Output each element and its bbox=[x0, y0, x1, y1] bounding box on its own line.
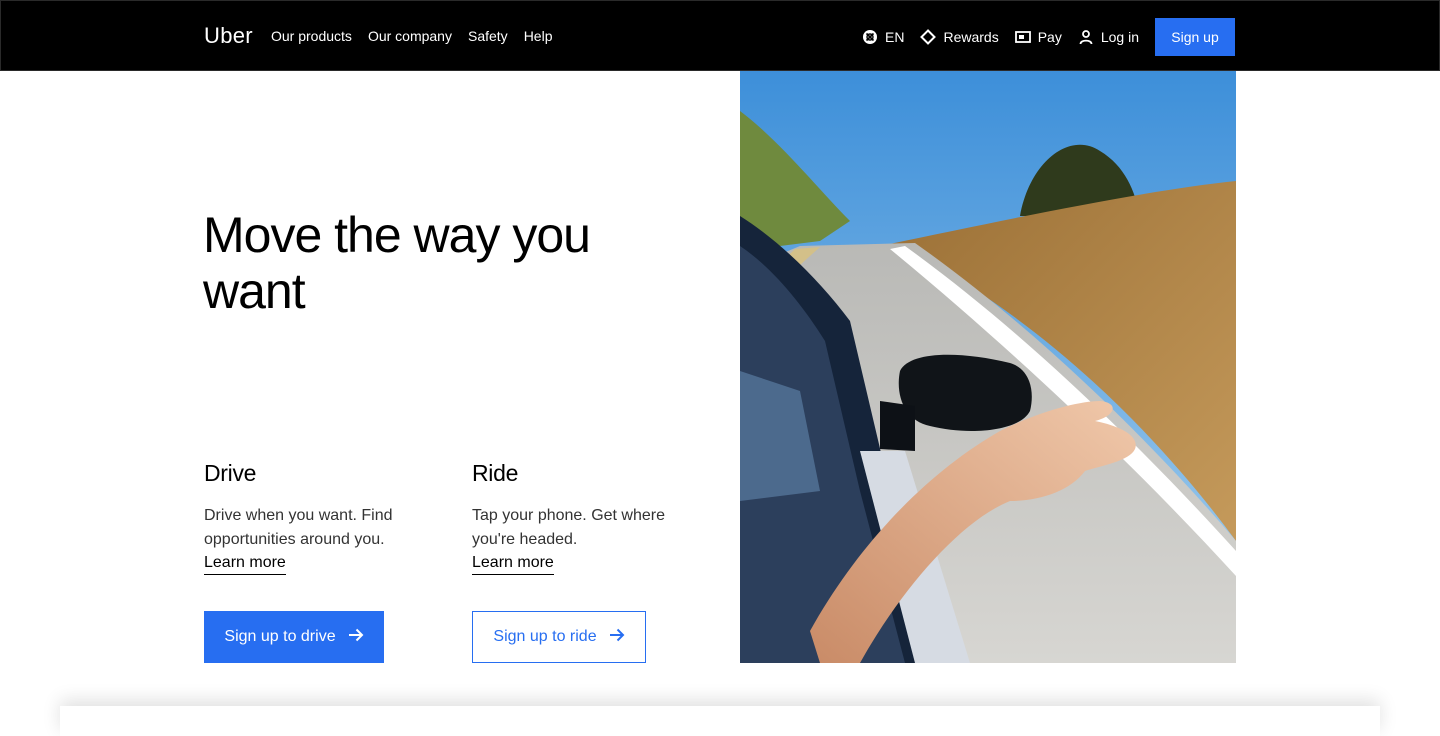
nav-link-our-company[interactable]: Our company bbox=[368, 27, 452, 45]
drive-section: Drive Drive when you want. Find opportun… bbox=[204, 458, 424, 575]
secondary-nav: EN Rewards Pay Log in Sign up bbox=[862, 18, 1235, 56]
drive-learn-more-link[interactable]: Learn more bbox=[204, 552, 286, 575]
ride-heading: Ride bbox=[472, 460, 519, 486]
login-label: Log in bbox=[1100, 29, 1139, 45]
nav-link-help[interactable]: Help bbox=[524, 27, 553, 45]
pay-link[interactable]: Pay bbox=[1014, 29, 1062, 45]
rewards-label: Rewards bbox=[943, 29, 999, 45]
hero-title: Move the way you want bbox=[203, 207, 591, 319]
language-selector[interactable]: EN bbox=[862, 29, 904, 45]
primary-nav: Our products Our company Safety Help bbox=[271, 27, 552, 45]
ride-learn-more-link[interactable]: Learn more bbox=[472, 552, 554, 575]
wallet-icon bbox=[1014, 30, 1031, 44]
ride-description: Tap your phone. Get where you're headed. bbox=[472, 507, 666, 548]
arrow-right-icon bbox=[609, 628, 625, 647]
globe-icon bbox=[862, 29, 878, 45]
diamond-icon bbox=[920, 29, 937, 45]
sign-up-to-ride-button[interactable]: Sign up to ride bbox=[472, 611, 646, 663]
sign-up-to-ride-label: Sign up to ride bbox=[493, 628, 597, 645]
nav-link-safety[interactable]: Safety bbox=[468, 27, 508, 45]
arrow-right-icon bbox=[348, 628, 364, 647]
nav-link-our-products[interactable]: Our products bbox=[271, 27, 352, 45]
pay-label: Pay bbox=[1037, 29, 1062, 45]
ride-section: Ride Tap your phone. Get where you're he… bbox=[472, 458, 692, 575]
uber-logo[interactable]: Uber bbox=[204, 23, 253, 49]
language-label: EN bbox=[885, 29, 905, 45]
drive-description: Drive when you want. Find opportunities … bbox=[204, 507, 393, 548]
top-navbar: Uber Our products Our company Safety Hel… bbox=[0, 0, 1440, 71]
hero-photo bbox=[740, 71, 1236, 663]
signup-button[interactable]: Sign up bbox=[1155, 18, 1235, 56]
person-icon bbox=[1078, 29, 1094, 45]
drive-heading: Drive bbox=[204, 460, 257, 486]
login-link[interactable]: Log in bbox=[1078, 29, 1139, 45]
sign-up-to-drive-button[interactable]: Sign up to drive bbox=[204, 611, 384, 663]
next-section-card bbox=[60, 706, 1380, 736]
sign-up-to-drive-label: Sign up to drive bbox=[224, 628, 336, 645]
rewards-link[interactable]: Rewards bbox=[920, 29, 999, 45]
